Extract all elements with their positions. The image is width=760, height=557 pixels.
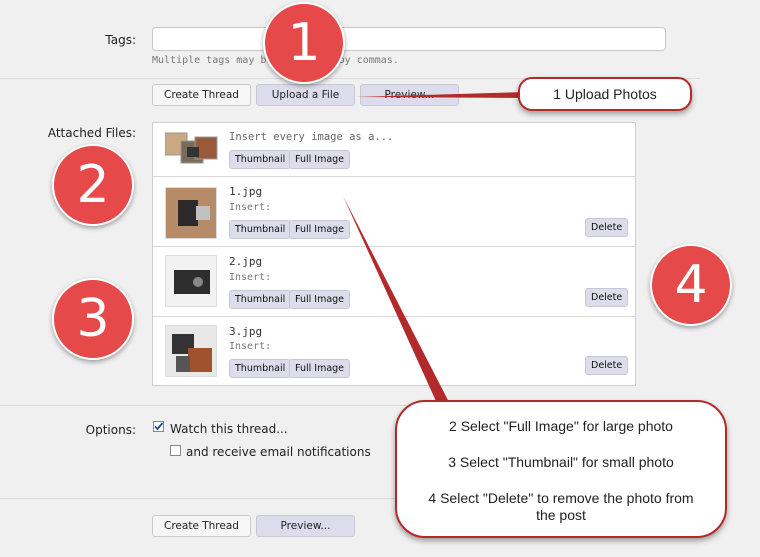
instruction-thumbnail: 3 Select "Thumbnail" for small photo (448, 454, 674, 470)
upload-photos-text: 1 Upload Photos (553, 86, 657, 102)
instruction-delete: 4 Select "Delete" to remove the photo fr… (428, 490, 694, 523)
upload-photos-callout: 1 Upload Photos (518, 77, 692, 111)
step-marker-4: 4 (650, 244, 732, 326)
step-marker-3: 3 (52, 278, 134, 360)
step-marker-1: 1 (263, 2, 345, 84)
step-marker-2: 2 (52, 144, 134, 226)
instruction-full-image: 2 Select "Full Image" for large photo (449, 418, 673, 434)
instructions-callout: 2 Select "Full Image" for large photo 3 … (395, 400, 727, 538)
